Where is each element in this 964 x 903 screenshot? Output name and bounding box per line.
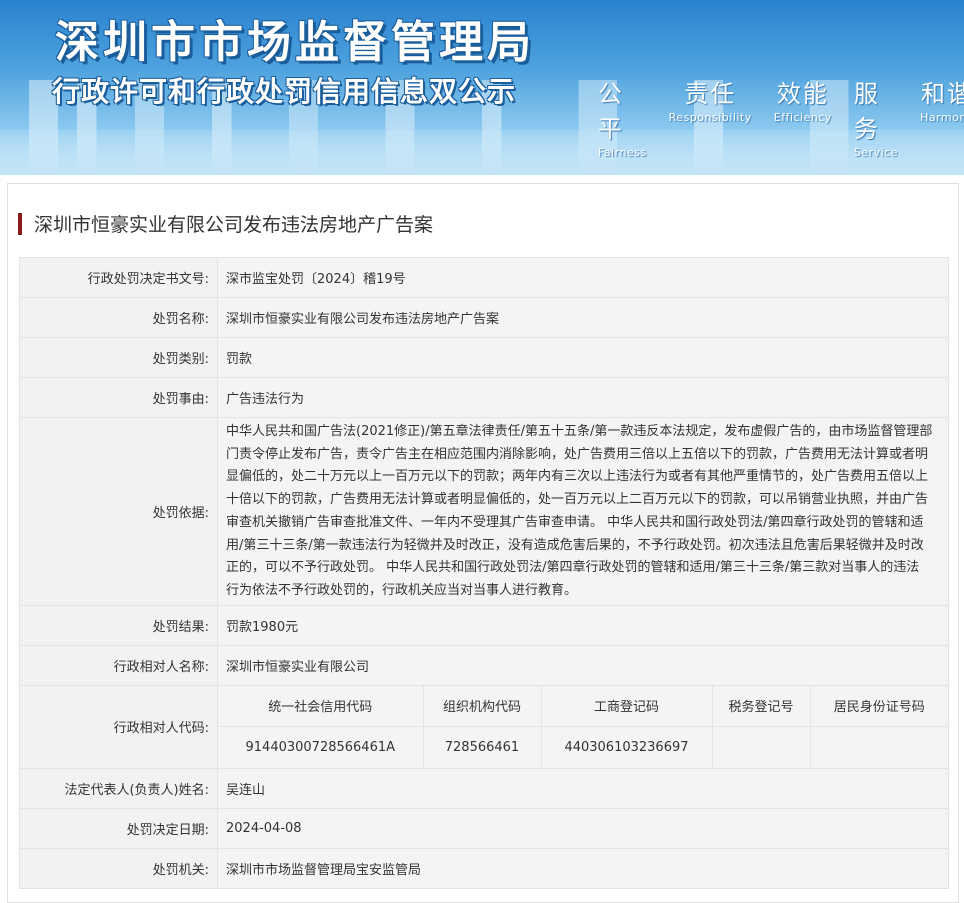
legal-rep-label: 法定代表人(负责人)姓名: (19, 767, 218, 809)
table-row: 处罚事由: 广告违法行为 (19, 377, 949, 418)
decision-date-value: 2024-04-08 (217, 807, 949, 849)
id-card-value (809, 726, 948, 768)
table-row: 处罚结果: 罚款1980元 (19, 604, 949, 646)
slogan-zh: 效能 (776, 80, 829, 108)
basis-line: 正的，可以不予行政处罚。 中华人民共和国行政处罚法/第四章行政处罚的管辖和适用/… (226, 560, 920, 576)
penalty-name-value: 深圳市恒豪实业有限公司发布违法房地产广告案 (217, 297, 949, 338)
party-codes-cell: 统一社会信用代码 组织机构代码 工商登记码 税务登记号 居民身份证号码 9144… (217, 684, 949, 769)
table-row: 行政处罚决定书文号: 深市监宝处罚〔2024〕稽19号 (19, 257, 949, 298)
penalty-result-label: 处罚结果: (19, 604, 218, 646)
table-row: 行政相对人名称: 深圳市恒豪实业有限公司 (19, 644, 949, 686)
authority-value: 深圳市市场监督管理局宝安监管局 (217, 847, 949, 889)
tax-reg-value (711, 726, 810, 768)
decision-date-label: 处罚决定日期: (19, 807, 218, 849)
site-title: 深圳市市场监督管理局 (55, 17, 535, 68)
party-codes-label: 行政相对人代码: (19, 684, 218, 769)
slogan-en: Efficiency (773, 111, 832, 124)
case-title: 深圳市恒豪实业有限公司发布违法房地产广告案 (34, 214, 434, 236)
slogan-fairness: 公平 Fairness (598, 74, 647, 159)
table-row: 处罚类别: 罚款 (19, 337, 949, 378)
credit-code-value: 91440300728566461A (218, 726, 423, 768)
id-card-header: 居民身份证号码 (809, 685, 948, 728)
penalty-category-label: 处罚类别: (19, 337, 218, 378)
slogan-en: Service (853, 146, 899, 159)
table-row: 处罚机关: 深圳市市场监督管理局宝安监管局 (19, 847, 949, 889)
table-row: 处罚名称: 深圳市恒豪实业有限公司发布违法房地产广告案 (19, 297, 949, 338)
basis-line: 门责令停止发布广告，责令广告主在相应范围内消除影响，处广告费用三倍以上五倍以下的… (226, 446, 929, 462)
slogan-responsibility: 责任 Responsibility (669, 74, 752, 159)
basis-line: 中华人民共和国广告法(2021修正)/第五章法律责任/第五十五条/第一款违反本法… (226, 424, 933, 439)
penalty-reason-value: 广告违法行为 (217, 377, 949, 418)
penalty-basis-value: 中华人民共和国广告法(2021修正)/第五章法律责任/第五十五条/第一款违反本法… (217, 417, 949, 606)
slogan-en: Fairness (598, 146, 647, 159)
authority-label: 处罚机关: (19, 847, 218, 889)
org-code-header: 组织机构代码 (422, 685, 541, 728)
basis-line: 显偏低的，处二十万元以上一百万元以下的罚款；两年内有三次以上违法行为或者有其他严… (226, 469, 929, 485)
table-row: 处罚依据: 中华人民共和国广告法(2021修正)/第五章法律责任/第五十五条/第… (19, 417, 949, 606)
business-reg-header: 工商登记码 (540, 685, 712, 728)
site-subtitle: 行政许可和行政处罚信用信息双公示 (52, 75, 517, 108)
credit-code-header: 统一社会信用代码 (218, 685, 423, 728)
slogan-en: Harmony (920, 111, 964, 124)
codes-value-row: 91440300728566461A 728566461 44030610323… (218, 726, 948, 768)
slogan-zh: 公平 (598, 80, 624, 143)
slogan-en: Responsibility (668, 111, 752, 124)
slogan-zh: 和谐 (920, 80, 964, 108)
party-name-label: 行政相对人名称: (19, 644, 218, 686)
slogan-efficiency: 效能 Efficiency (774, 74, 832, 159)
slogan-zh: 责任 (684, 80, 737, 108)
slogan-service: 服务 Service (854, 74, 898, 159)
legal-rep-value: 吴连山 (217, 767, 949, 809)
title-accent-bar (18, 212, 22, 235)
org-code-value: 728566461 (422, 726, 541, 768)
party-codes-table: 统一社会信用代码 组织机构代码 工商登记码 税务登记号 居民身份证号码 9144… (218, 685, 948, 768)
penalty-name-label: 处罚名称: (19, 297, 218, 338)
penalty-result-value: 罚款1980元 (217, 604, 949, 646)
tax-reg-header: 税务登记号 (711, 685, 810, 728)
penalty-category-value: 罚款 (217, 337, 949, 378)
codes-header-row: 统一社会信用代码 组织机构代码 工商登记码 税务登记号 居民身份证号码 (218, 685, 948, 728)
table-row: 法定代表人(负责人)姓名: 吴连山 (19, 767, 949, 809)
doc-no-value: 深市监宝处罚〔2024〕稽19号 (217, 257, 949, 298)
penalty-basis-label: 处罚依据: (19, 417, 218, 606)
slogan-zh: 服务 (853, 80, 880, 143)
slogan-harmony: 和谐 Harmony (920, 74, 964, 159)
party-name-value: 深圳市恒豪实业有限公司 (217, 644, 949, 686)
penalty-info-table: 行政处罚决定书文号: 深市监宝处罚〔2024〕稽19号 处罚名称: 深圳市恒豪实… (19, 257, 949, 889)
basis-line: 行为依法不予行政处罚的，行政机关应当对当事人进行教育。 (226, 582, 578, 598)
basis-line: 审查机关撤销广告审查批准文件、一年内不受理其广告审查申请。 中华人民共和国行政处… (226, 514, 924, 530)
case-title-row: 深圳市恒豪实业有限公司发布违法房地产广告案 (18, 210, 433, 237)
basis-line: 十倍以下的罚款，广告费用无法计算或者明显偏低的，处一百万元以上二百万元以下的罚款… (226, 492, 929, 508)
business-reg-value: 440306103236697 (540, 726, 712, 768)
table-row: 处罚决定日期: 2024-04-08 (19, 807, 949, 849)
slogan-group: 公平 Fairness 责任 Responsibility 效能 Efficie… (598, 74, 964, 159)
penalty-reason-label: 处罚事由: (19, 377, 218, 418)
basis-line: 用/第三十三条/第一款违法行为轻微并及时改正，没有造成危害后果的，不予行政处罚。… (226, 537, 924, 553)
header-banner: 深圳市市场监督管理局 行政许可和行政处罚信用信息双公示 公平 Fairness … (0, 0, 964, 175)
doc-no-label: 行政处罚决定书文号: (19, 257, 218, 298)
table-row: 行政相对人代码: 统一社会信用代码 组织机构代码 工商登记码 税务登记号 居民身… (19, 684, 949, 769)
case-detail-card: 深圳市恒豪实业有限公司发布违法房地产广告案 行政处罚决定书文号: 深市监宝处罚〔… (7, 183, 959, 903)
